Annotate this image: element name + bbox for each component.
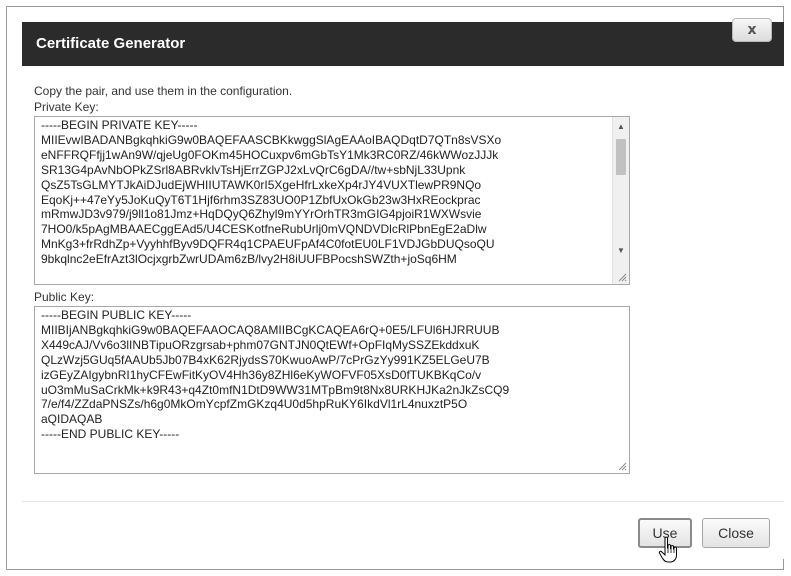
scroll-up-arrow-icon[interactable]: ▲ — [613, 119, 629, 135]
scroll-thumb[interactable] — [616, 139, 626, 175]
resize-grip-icon[interactable] — [617, 272, 627, 282]
private-key-label: Private Key: — [34, 100, 99, 114]
hand-pointer-icon — [658, 536, 677, 563]
dialog-title: Certificate Generator — [36, 35, 186, 52]
private-key-value[interactable]: -----BEGIN PRIVATE KEY----- MIIEvwIBADAN… — [35, 117, 629, 267]
private-key-textarea[interactable]: -----BEGIN PRIVATE KEY----- MIIEvwIBADAN… — [34, 116, 630, 285]
close-icon[interactable]: x — [732, 18, 772, 42]
public-key-textarea[interactable]: -----BEGIN PUBLIC KEY----- MIIBIjANBgkqh… — [34, 306, 630, 474]
instruction-text: Copy the pair, and use them in the confi… — [34, 84, 293, 98]
scroll-down-arrow-icon[interactable]: ▼ — [613, 243, 629, 259]
close-button[interactable]: Close — [702, 518, 770, 548]
resize-grip-icon[interactable] — [617, 461, 627, 471]
dialog-content: Copy the pair, and use them in the confi… — [22, 66, 784, 501]
public-key-label: Public Key: — [34, 290, 95, 304]
dialog-titlebar: Certificate Generator — [22, 22, 784, 66]
private-key-scrollbar[interactable]: ▲ ▼ — [612, 117, 629, 284]
public-key-value[interactable]: -----BEGIN PUBLIC KEY----- MIIBIjANBgkqh… — [35, 307, 629, 442]
